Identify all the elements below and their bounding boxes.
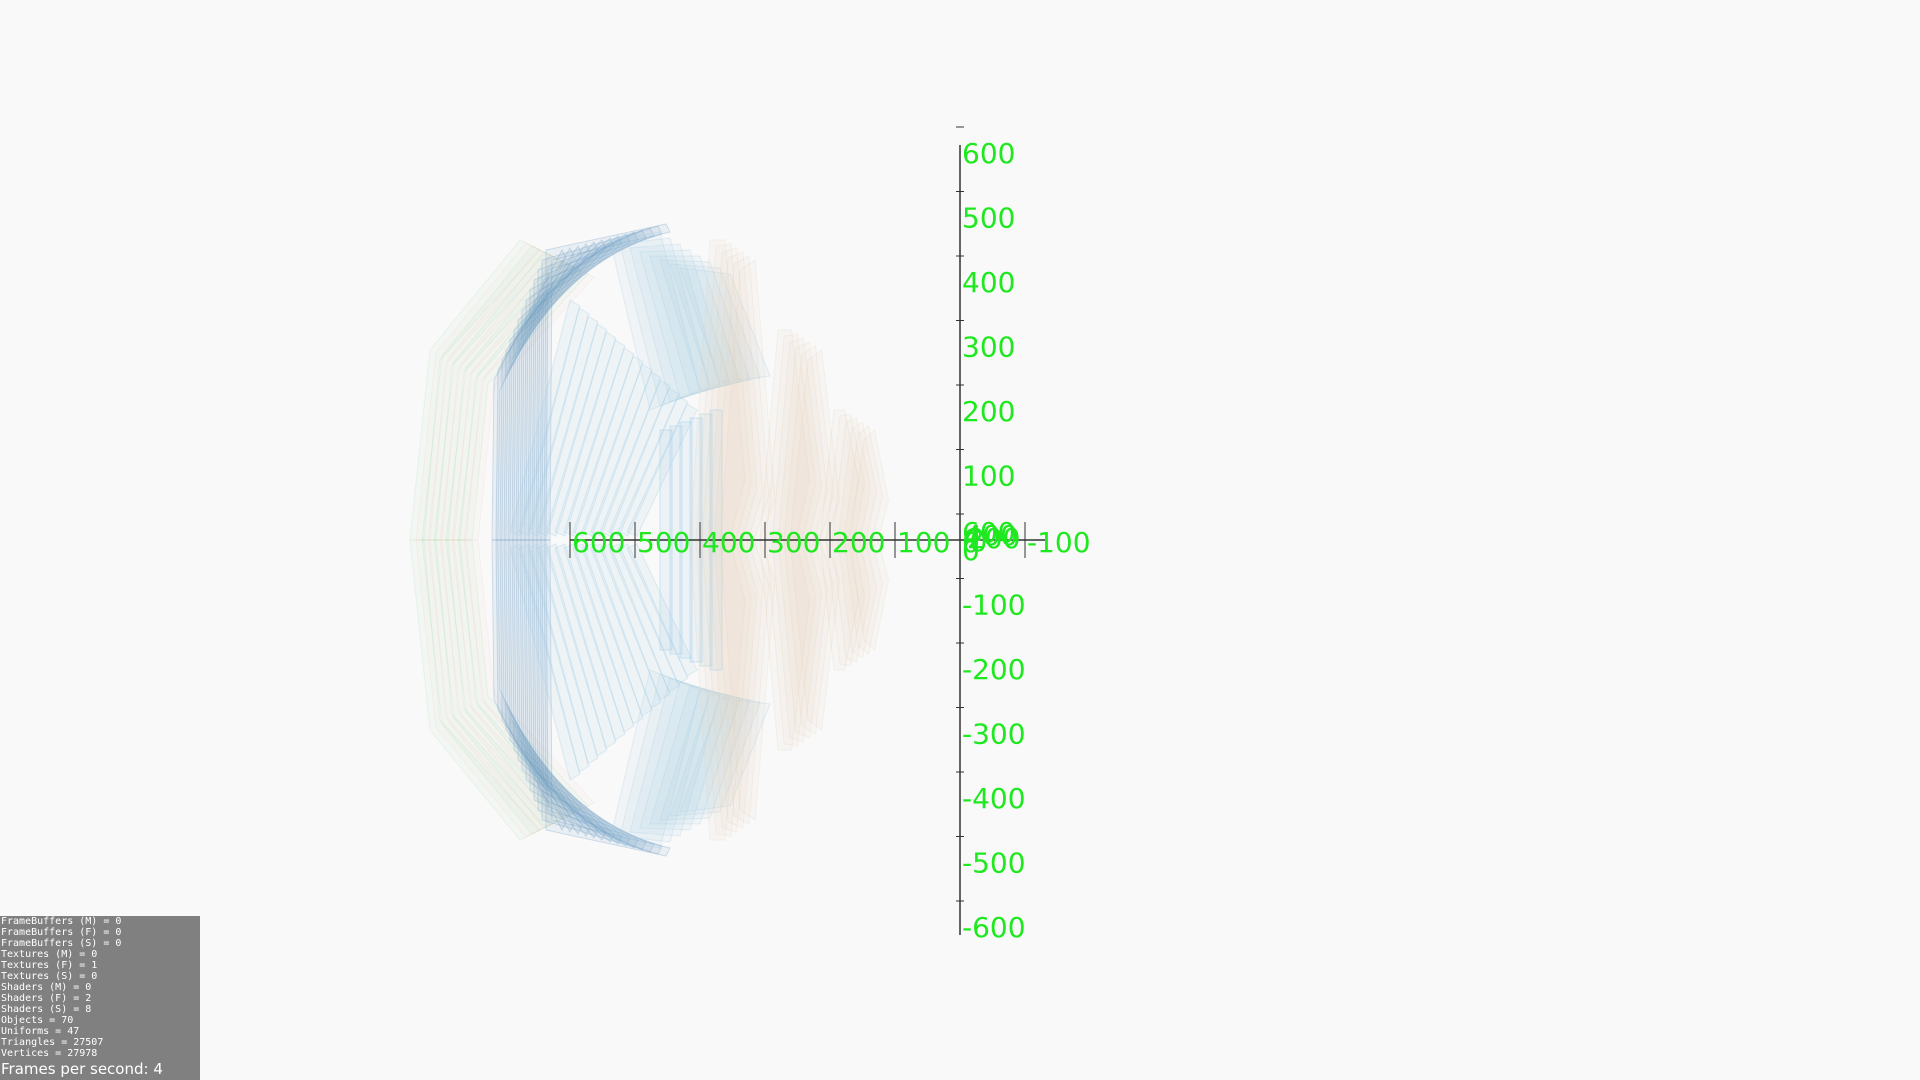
y-axis-tick-label: -400	[962, 782, 1026, 815]
y-axis-tick-label: -600	[962, 911, 1026, 944]
stats-line: Textures (M) = 0	[1, 949, 98, 960]
stats-line: Textures (F) = 1	[1, 960, 98, 971]
stats-panel: FrameBuffers (M) = 0 FrameBuffers (F) = 0…	[0, 916, 200, 1080]
stats-list: FrameBuffers (M) = 0 FrameBuffers (F) = 0…	[0, 916, 200, 1059]
y-axis-tick-label: -300	[962, 718, 1026, 751]
y-axis-tick-label: 300	[962, 331, 1015, 364]
stats-line: Vertices = 27978	[1, 1048, 98, 1059]
x-axis-tick-label: 200	[832, 526, 885, 559]
stats-line: Objects = 70	[1, 1015, 74, 1026]
stats-line: FrameBuffers (S) = 0	[1, 938, 122, 949]
y-axis-tick-label: -200	[962, 653, 1026, 686]
y-axis-tick-label: -100	[962, 589, 1026, 622]
y-axis-tick-label: 100	[962, 460, 1015, 493]
stats-line: Shaders (M) = 0	[1, 982, 92, 993]
stats-line: Uniforms = 47	[1, 1026, 80, 1037]
fps-counter: Frames per second: 4	[1, 1060, 163, 1078]
y-axis-tick-label: 200	[962, 395, 1015, 428]
x-axis-tick-label: 600	[572, 526, 625, 559]
z-axis-tick-label: 0	[970, 525, 988, 558]
x-axis-tick-label: 300	[767, 526, 820, 559]
y-axis-tick-label: 500	[962, 202, 1015, 235]
stats-line: Triangles = 27507	[1, 1037, 104, 1048]
y-axis-tick-label: 600	[962, 137, 1015, 170]
x-axis-tick-label: -100	[1027, 526, 1091, 559]
x-axis-tick-label: 400	[702, 526, 755, 559]
3d-viewport[interactable]: 600 500 400 300 200 100 0 -100 600 500 400 300 200 10…	[0, 0, 1920, 1080]
stats-line: Textures (S) = 0	[1, 971, 98, 982]
stats-line: FrameBuffers (F) = 0	[1, 927, 122, 938]
scene-canvas[interactable]: 600 500 400 300 200 100 0 -100 600 500 400 300 200 10…	[0, 0, 1920, 1080]
x-axis-tick-label: 500	[637, 526, 690, 559]
x-axis-tick-label: 100	[897, 526, 950, 559]
y-axis-tick-label: 400	[962, 266, 1015, 299]
stats-line: Shaders (S) = 8	[1, 1004, 92, 1015]
y-axis-tick-label: -500	[962, 847, 1026, 880]
stats-line: FrameBuffers (M) = 0	[1, 916, 122, 927]
stats-line: Shaders (F) = 2	[1, 993, 92, 1004]
